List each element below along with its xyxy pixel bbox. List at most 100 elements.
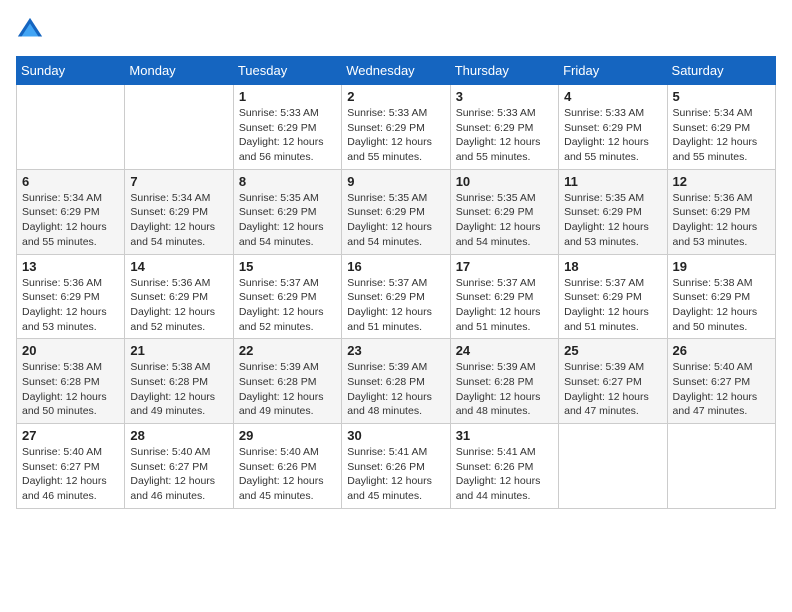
calendar-cell: 14 Sunrise: 5:36 AMSunset: 6:29 PMDayligh… xyxy=(125,254,233,339)
calendar-cell: 7 Sunrise: 5:34 AMSunset: 6:29 PMDaylight… xyxy=(125,169,233,254)
day-info: Sunrise: 5:38 AMSunset: 6:29 PMDaylight:… xyxy=(673,276,770,335)
day-info: Sunrise: 5:35 AMSunset: 6:29 PMDaylight:… xyxy=(347,191,444,250)
week-row-1: 1 Sunrise: 5:33 AMSunset: 6:29 PMDaylight… xyxy=(17,85,776,170)
day-number: 23 xyxy=(347,343,444,358)
day-number: 7 xyxy=(130,174,227,189)
calendar-cell: 13Sunrise: 5:36 AMSunset: 6:29 PMDayligh… xyxy=(17,254,125,339)
day-info: Sunrise: 5:36 AMSunset: 6:29 PMDaylight:… xyxy=(673,191,770,250)
day-number: 20 xyxy=(22,343,119,358)
calendar-cell: 9 Sunrise: 5:35 AMSunset: 6:29 PMDaylight… xyxy=(342,169,450,254)
calendar-table: SundayMondayTuesdayWednesdayThursdayFrid… xyxy=(16,56,776,509)
calendar-cell: 27 Sunrise: 5:40 AMSunset: 6:27 PMDayligh… xyxy=(17,424,125,509)
calendar-cell: 29Sunrise: 5:40 AMSunset: 6:26 PMDayligh… xyxy=(233,424,341,509)
day-info: Sunrise: 5:37 AMSunset: 6:29 PMDaylight:… xyxy=(564,276,661,335)
day-number: 18 xyxy=(564,259,661,274)
day-number: 31 xyxy=(456,428,553,443)
calendar-cell: 20 Sunrise: 5:38 AMSunset: 6:28 PMDayligh… xyxy=(17,339,125,424)
weekday-header-monday: Monday xyxy=(125,57,233,85)
calendar-cell: 15 Sunrise: 5:37 AMSunset: 6:29 PMDayligh… xyxy=(233,254,341,339)
calendar-cell: 22 Sunrise: 5:39 AMSunset: 6:28 PMDayligh… xyxy=(233,339,341,424)
day-info: Sunrise: 5:38 AMSunset: 6:28 PMDaylight:… xyxy=(130,360,227,419)
day-info: Sunrise: 5:33 AMSunset: 6:29 PMDaylight:… xyxy=(239,106,336,165)
calendar-cell: 28Sunrise: 5:40 AMSunset: 6:27 PMDayligh… xyxy=(125,424,233,509)
day-info: Sunrise: 5:33 AMSunset: 6:29 PMDaylight:… xyxy=(564,106,661,165)
day-number: 12 xyxy=(673,174,770,189)
weekday-header-sunday: Sunday xyxy=(17,57,125,85)
calendar-cell: 19 Sunrise: 5:38 AMSunset: 6:29 PMDayligh… xyxy=(667,254,775,339)
day-number: 22 xyxy=(239,343,336,358)
day-info: Sunrise: 5:34 AMSunset: 6:29 PMDaylight:… xyxy=(673,106,770,165)
day-info: Sunrise: 5:35 AMSunset: 6:29 PMDaylight:… xyxy=(456,191,553,250)
day-number: 2 xyxy=(347,89,444,104)
day-number: 11 xyxy=(564,174,661,189)
day-info: Sunrise: 5:40 AMSunset: 6:27 PMDaylight:… xyxy=(22,445,119,504)
calendar-cell: 25 Sunrise: 5:39 AMSunset: 6:27 PMDayligh… xyxy=(559,339,667,424)
weekday-header-row: SundayMondayTuesdayWednesdayThursdayFrid… xyxy=(17,57,776,85)
day-number: 16 xyxy=(347,259,444,274)
calendar-cell: 11 Sunrise: 5:35 AMSunset: 6:29 PMDayligh… xyxy=(559,169,667,254)
logo xyxy=(16,16,48,44)
day-number: 8 xyxy=(239,174,336,189)
day-info: Sunrise: 5:40 AMSunset: 6:27 PMDaylight:… xyxy=(673,360,770,419)
calendar-cell: 24Sunrise: 5:39 AMSunset: 6:28 PMDayligh… xyxy=(450,339,558,424)
day-number: 13 xyxy=(22,259,119,274)
day-number: 15 xyxy=(239,259,336,274)
day-number: 30 xyxy=(347,428,444,443)
day-number: 27 xyxy=(22,428,119,443)
calendar-cell: 21 Sunrise: 5:38 AMSunset: 6:28 PMDayligh… xyxy=(125,339,233,424)
calendar-cell xyxy=(559,424,667,509)
day-info: Sunrise: 5:34 AMSunset: 6:29 PMDaylight:… xyxy=(22,191,119,250)
week-row-4: 20 Sunrise: 5:38 AMSunset: 6:28 PMDayligh… xyxy=(17,339,776,424)
day-info: Sunrise: 5:33 AMSunset: 6:29 PMDaylight:… xyxy=(456,106,553,165)
calendar-cell: 10Sunrise: 5:35 AMSunset: 6:29 PMDayligh… xyxy=(450,169,558,254)
day-info: Sunrise: 5:41 AMSunset: 6:26 PMDaylight:… xyxy=(456,445,553,504)
day-info: Sunrise: 5:37 AMSunset: 6:29 PMDaylight:… xyxy=(347,276,444,335)
day-info: Sunrise: 5:37 AMSunset: 6:29 PMDaylight:… xyxy=(239,276,336,335)
calendar-cell: 30 Sunrise: 5:41 AMSunset: 6:26 PMDayligh… xyxy=(342,424,450,509)
calendar-cell xyxy=(667,424,775,509)
calendar-cell: 31 Sunrise: 5:41 AMSunset: 6:26 PMDayligh… xyxy=(450,424,558,509)
day-number: 14 xyxy=(130,259,227,274)
logo-icon xyxy=(16,16,44,44)
calendar-cell xyxy=(17,85,125,170)
calendar-cell xyxy=(125,85,233,170)
day-info: Sunrise: 5:37 AMSunset: 6:29 PMDaylight:… xyxy=(456,276,553,335)
calendar-cell: 6 Sunrise: 5:34 AMSunset: 6:29 PMDaylight… xyxy=(17,169,125,254)
weekday-header-tuesday: Tuesday xyxy=(233,57,341,85)
day-info: Sunrise: 5:39 AMSunset: 6:28 PMDaylight:… xyxy=(347,360,444,419)
day-number: 25 xyxy=(564,343,661,358)
day-info: Sunrise: 5:41 AMSunset: 6:26 PMDaylight:… xyxy=(347,445,444,504)
day-number: 21 xyxy=(130,343,227,358)
week-row-2: 6 Sunrise: 5:34 AMSunset: 6:29 PMDaylight… xyxy=(17,169,776,254)
day-number: 17 xyxy=(456,259,553,274)
day-number: 6 xyxy=(22,174,119,189)
page-header xyxy=(16,16,776,44)
day-number: 19 xyxy=(673,259,770,274)
day-info: Sunrise: 5:40 AMSunset: 6:27 PMDaylight:… xyxy=(130,445,227,504)
calendar-cell: 18 Sunrise: 5:37 AMSunset: 6:29 PMDayligh… xyxy=(559,254,667,339)
day-number: 26 xyxy=(673,343,770,358)
calendar-cell: 5 Sunrise: 5:34 AMSunset: 6:29 PMDaylight… xyxy=(667,85,775,170)
week-row-5: 27 Sunrise: 5:40 AMSunset: 6:27 PMDayligh… xyxy=(17,424,776,509)
calendar-cell: 2 Sunrise: 5:33 AMSunset: 6:29 PMDaylight… xyxy=(342,85,450,170)
day-number: 4 xyxy=(564,89,661,104)
calendar-cell: 12 Sunrise: 5:36 AMSunset: 6:29 PMDayligh… xyxy=(667,169,775,254)
day-info: Sunrise: 5:38 AMSunset: 6:28 PMDaylight:… xyxy=(22,360,119,419)
calendar-cell: 17 Sunrise: 5:37 AMSunset: 6:29 PMDayligh… xyxy=(450,254,558,339)
day-info: Sunrise: 5:35 AMSunset: 6:29 PMDaylight:… xyxy=(239,191,336,250)
day-number: 3 xyxy=(456,89,553,104)
calendar-cell: 8 Sunrise: 5:35 AMSunset: 6:29 PMDaylight… xyxy=(233,169,341,254)
day-info: Sunrise: 5:35 AMSunset: 6:29 PMDaylight:… xyxy=(564,191,661,250)
day-number: 5 xyxy=(673,89,770,104)
calendar-cell: 1 Sunrise: 5:33 AMSunset: 6:29 PMDaylight… xyxy=(233,85,341,170)
calendar-cell: 26 Sunrise: 5:40 AMSunset: 6:27 PMDayligh… xyxy=(667,339,775,424)
day-info: Sunrise: 5:39 AMSunset: 6:28 PMDaylight:… xyxy=(239,360,336,419)
day-info: Sunrise: 5:33 AMSunset: 6:29 PMDaylight:… xyxy=(347,106,444,165)
calendar-cell: 3 Sunrise: 5:33 AMSunset: 6:29 PMDaylight… xyxy=(450,85,558,170)
day-number: 9 xyxy=(347,174,444,189)
day-info: Sunrise: 5:34 AMSunset: 6:29 PMDaylight:… xyxy=(130,191,227,250)
day-info: Sunrise: 5:36 AMSunset: 6:29 PMDaylight:… xyxy=(130,276,227,335)
day-number: 1 xyxy=(239,89,336,104)
day-number: 29 xyxy=(239,428,336,443)
day-info: Sunrise: 5:39 AMSunset: 6:27 PMDaylight:… xyxy=(564,360,661,419)
